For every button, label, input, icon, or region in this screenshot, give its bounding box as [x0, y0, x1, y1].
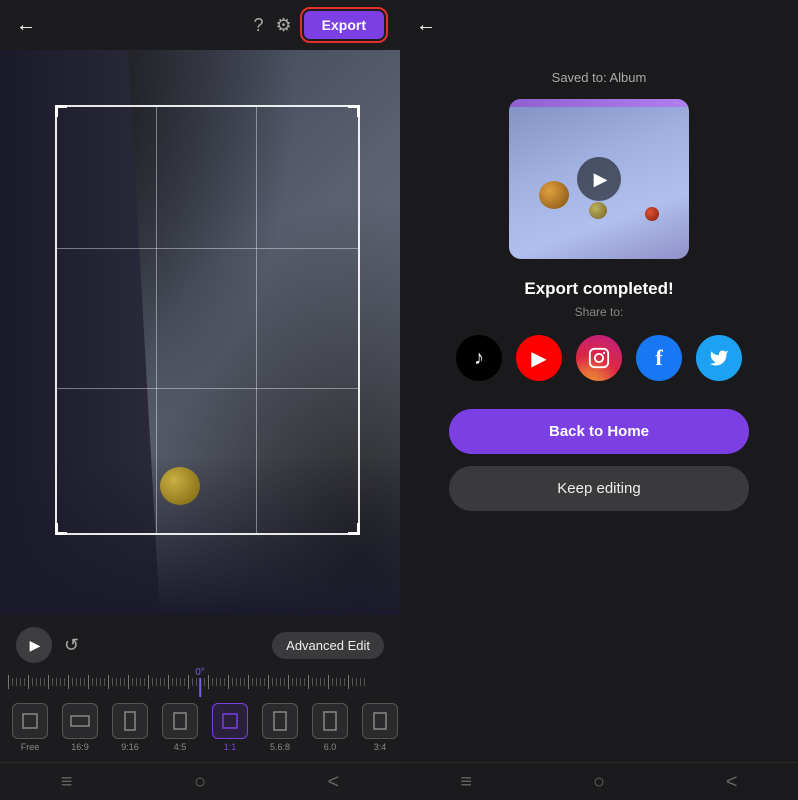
ratio-icon-3:4 — [362, 703, 398, 739]
left-nav-back[interactable]: < — [328, 771, 340, 794]
export-button[interactable]: Export — [304, 11, 384, 39]
crop-handle-bottom-left[interactable] — [55, 523, 67, 535]
thumb-ball-yellow — [589, 202, 607, 219]
ratio-label-1:1: 1:1 — [224, 742, 237, 752]
left-panel: ← ? ⚙ Export ▶ ↺ — [0, 0, 400, 800]
ratio-item-9:16[interactable]: 9:16 — [108, 703, 152, 752]
advanced-edit-button[interactable]: Advanced Edit — [272, 632, 384, 659]
timeline-indicator-line — [199, 678, 201, 697]
undo-button[interactable]: ↺ — [64, 635, 79, 656]
ratio-item-4:5[interactable]: 4:5 — [158, 703, 202, 752]
video-preview-area — [0, 50, 400, 615]
share-tiktok-button[interactable]: ♪ — [456, 335, 502, 381]
ratio-icon-5.6:8 — [262, 703, 298, 739]
thumb-ball-orange — [539, 181, 569, 209]
timeline-area[interactable]: 0° — [0, 667, 400, 697]
ratio-label-5.6:8: 5.6:8 — [270, 742, 290, 752]
left-header: ← ? ⚙ Export — [0, 0, 400, 50]
right-back-button[interactable]: ← — [416, 14, 436, 37]
share-twitter-button[interactable] — [696, 335, 742, 381]
share-youtube-button[interactable]: ▶ — [516, 335, 562, 381]
play-button[interactable]: ▶ — [16, 627, 52, 663]
right-header: ← — [400, 0, 798, 50]
ratio-label-16:9: 16:9 — [71, 742, 89, 752]
thumb-ball-red — [645, 207, 659, 221]
share-facebook-button[interactable]: f — [636, 335, 682, 381]
share-instagram-button[interactable] — [576, 335, 622, 381]
right-nav-menu[interactable]: ≡ — [460, 771, 472, 794]
saved-label: Saved to: Album — [552, 70, 647, 85]
export-completed-label: Export completed! — [524, 279, 673, 299]
back-button[interactable]: ← — [16, 14, 36, 37]
right-nav-back[interactable]: < — [726, 771, 738, 794]
play-icon: ▶ — [30, 637, 41, 654]
ratio-item-1:1[interactable]: 1:1 — [208, 703, 252, 752]
ratio-item-5.6:8[interactable]: 5.6:8 — [258, 703, 302, 752]
ratio-icon-Free — [12, 703, 48, 739]
header-right: ? ⚙ Export — [254, 11, 385, 39]
timeline-indicator: 0° — [195, 667, 205, 697]
settings-button[interactable]: ⚙ — [276, 15, 292, 36]
crop-box[interactable] — [55, 105, 360, 535]
crop-handle-top-left[interactable] — [55, 105, 67, 117]
left-nav-bar: ≡ ○ < — [0, 762, 400, 800]
ratio-item-3:4[interactable]: 3:4 — [358, 703, 400, 752]
playback-row: ▶ ↺ Advanced Edit — [0, 623, 400, 667]
ratio-icon-9:16 — [112, 703, 148, 739]
crop-grid-vline1 — [156, 107, 157, 533]
keep-editing-button[interactable]: Keep editing — [449, 466, 749, 511]
ratio-label-4:5: 4:5 — [174, 742, 187, 752]
thumbnail-play-overlay[interactable]: ▶ — [577, 157, 621, 201]
right-nav-home[interactable]: ○ — [593, 771, 605, 794]
ratio-label-Free: Free — [21, 742, 40, 752]
export-content: Saved to: Album ▶ Export completed! Shar… — [419, 50, 779, 762]
left-nav-menu[interactable]: ≡ — [61, 771, 73, 794]
ratio-item-6.0[interactable]: 6.0 — [308, 703, 352, 752]
ratio-label-3:4: 3:4 — [374, 742, 387, 752]
ratio-label-9:16: 9:16 — [121, 742, 139, 752]
timeline-indicator-label: 0° — [195, 667, 205, 678]
thumbnail-play-icon: ▶ — [594, 169, 608, 190]
share-label: Share to: — [575, 305, 624, 319]
ratio-icon-1:1 — [212, 703, 248, 739]
crop-handle-bottom-right[interactable] — [348, 523, 360, 535]
right-panel: ← Saved to: Album ▶ Export completed! Sh… — [400, 0, 798, 800]
crop-handle-top-right[interactable] — [348, 105, 360, 117]
back-to-home-button[interactable]: Back to Home — [449, 409, 749, 454]
ratio-icon-6.0 — [312, 703, 348, 739]
left-nav-home[interactable]: ○ — [194, 771, 206, 794]
video-thumbnail[interactable]: ▶ — [509, 99, 689, 259]
ratio-icon-16:9 — [62, 703, 98, 739]
thumbnail-purple-bar — [509, 99, 689, 107]
ratio-item-16:9[interactable]: 16:9 — [58, 703, 102, 752]
ratio-item-Free[interactable]: Free — [8, 703, 52, 752]
help-button[interactable]: ? — [254, 15, 264, 36]
right-nav-bar: ≡ ○ < — [400, 762, 798, 800]
bottom-controls: ▶ ↺ Advanced Edit 0° Free 16:9 9:16 4:5 1:1 5… — [0, 615, 400, 800]
share-icons-row: ♪ ▶ f — [456, 335, 742, 381]
ratio-label-6.0: 6.0 — [324, 742, 337, 752]
aspect-ratio-row: Free 16:9 9:16 4:5 1:1 5.6:8 6.0 3:4 — [0, 697, 400, 762]
crop-grid-vline2 — [256, 107, 257, 533]
ratio-icon-4:5 — [162, 703, 198, 739]
